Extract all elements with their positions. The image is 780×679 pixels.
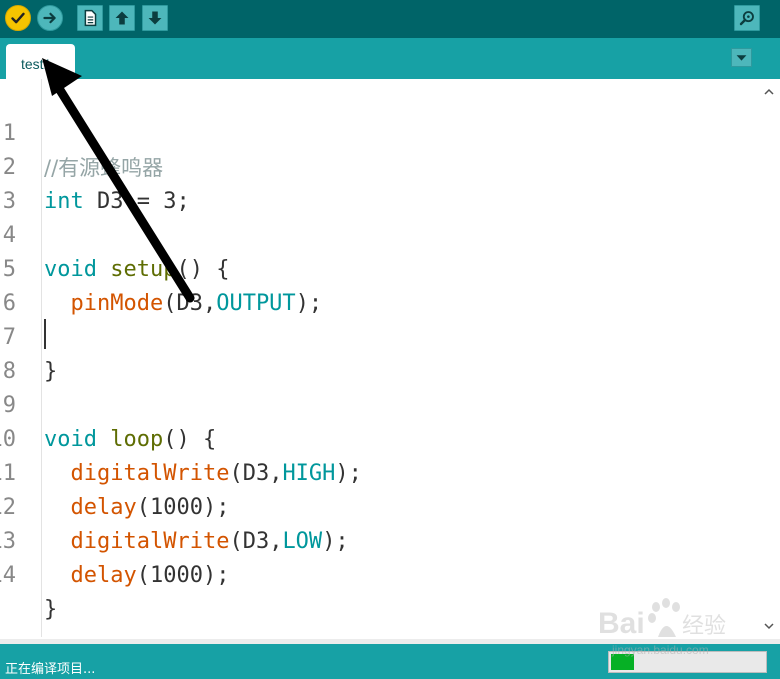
arrow-up-icon — [115, 11, 129, 25]
arrow-right-icon — [43, 12, 56, 24]
serial-monitor-button[interactable] — [734, 5, 760, 31]
watermark-url: jingyan.baidu.com — [612, 643, 709, 657]
arrow-down-icon — [148, 11, 162, 25]
tab-bar: test1 — [0, 38, 780, 79]
line-number: 14 — [0, 563, 16, 588]
scroll-up-arrow-icon[interactable] — [762, 85, 776, 99]
code-line: 10 digitalWrite(D3,HIGH); — [0, 389, 760, 486]
magnifier-icon — [739, 11, 754, 26]
code-line: 12 digitalWrite(D3,LOW); — [0, 457, 760, 554]
tab-test1[interactable]: test1 — [6, 44, 75, 79]
tab-menu-button[interactable] — [731, 48, 752, 67]
scroll-down-arrow-icon[interactable] — [762, 619, 776, 633]
code-line: 9 void loop() { — [0, 355, 760, 452]
text-caret — [44, 319, 46, 349]
baidu-logo-icon: Bai 经验 — [598, 598, 726, 640]
code-text: } — [44, 593, 57, 627]
new-sketch-button[interactable] — [77, 5, 103, 31]
save-button[interactable] — [142, 5, 168, 31]
code-line: 2 int D3 = 3; — [0, 117, 760, 214]
code-token: (1000); — [136, 563, 230, 588]
code-line: 11 delay(1000); — [0, 423, 760, 520]
function-call: delay — [70, 563, 137, 588]
code-text: delay(1000); — [44, 559, 230, 593]
code-line: 3 — [0, 151, 760, 214]
status-text: 正在编译项目... — [5, 662, 96, 677]
baidu-watermark: Bai 经验 jingyan.baidu.com — [596, 591, 746, 663]
code-token: } — [44, 597, 58, 622]
toolbar — [0, 0, 780, 38]
upload-button[interactable] — [37, 5, 63, 31]
svg-text:经验: 经验 — [682, 614, 726, 639]
code-line: 6 — [0, 253, 760, 316]
svg-text:Bai: Bai — [598, 607, 645, 640]
new-file-icon — [84, 9, 97, 27]
verify-button[interactable] — [5, 5, 31, 31]
code-line: 4 void setup() { — [0, 185, 760, 282]
code-line: 5 pinMode(D3,OUTPUT); — [0, 219, 760, 316]
code-editor[interactable]: 1 //有源蜂鸣器 2 int D3 = 3; 3 4 void setup()… — [0, 79, 780, 639]
open-button[interactable] — [109, 5, 135, 31]
code-line: 13 delay(1000); — [0, 491, 760, 588]
code-line: 1 //有源蜂鸣器 — [0, 83, 760, 180]
code-line: 7 } — [0, 287, 760, 384]
checkmark-icon — [11, 12, 25, 24]
code-line: 8 — [0, 321, 760, 384]
code-line: 14 } — [0, 525, 760, 622]
triangle-down-icon — [736, 55, 747, 61]
tab-label: test1 — [21, 56, 52, 72]
